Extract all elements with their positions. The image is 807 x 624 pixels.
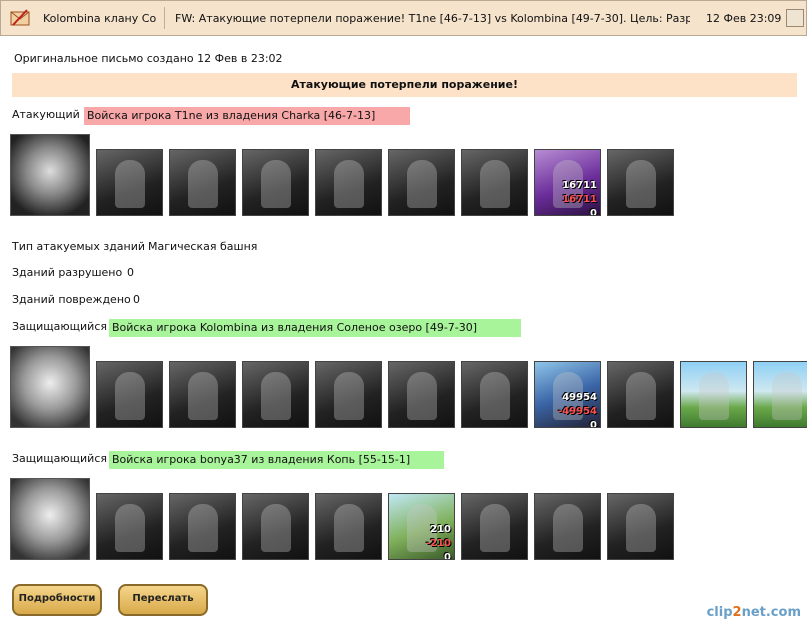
message-date: 12 Фев 23:09 [706, 11, 782, 25]
defender2-unit [169, 493, 236, 560]
defender1-unit [96, 361, 163, 428]
unit-figure [699, 372, 729, 420]
defender1-unit [242, 361, 309, 428]
damaged-label: Зданий повреждено [12, 293, 131, 306]
defender2-unit [534, 493, 601, 560]
defender1-units: 49954 -49954 0 [10, 346, 807, 428]
unit-count: 49954 [562, 392, 597, 403]
unit-figure [115, 160, 145, 208]
unit-figure [188, 372, 218, 420]
unit-count: 16711 [562, 194, 597, 205]
unit-figure [626, 160, 656, 208]
unit-figure [188, 504, 218, 552]
attacker-unit [169, 149, 236, 216]
unit-figure [115, 372, 145, 420]
close-button[interactable] [786, 9, 804, 27]
attacker-units: 16711 16711 0 [10, 134, 680, 216]
original-note: Оригинальное письмо создано 12 Фев в 23:… [14, 52, 283, 65]
details-button[interactable]: Подробности [12, 584, 102, 616]
attacker-unit [461, 149, 528, 216]
unit-count: 0 [590, 420, 597, 428]
defender2-unit-row: 210 -210 0 [96, 493, 680, 560]
defender1-label: Защищающийся [12, 320, 107, 333]
attacker-unit [315, 149, 382, 216]
unit-count: -49954 [558, 406, 597, 417]
attacker-label: Атакующий [12, 108, 80, 121]
attacker-unit-row: 16711 16711 0 [96, 149, 680, 216]
sender-name: Kolombina клану Co [43, 11, 157, 25]
defender1-unit [680, 361, 747, 428]
unit-figure [261, 372, 291, 420]
defender1-unit: 49954 -49954 0 [534, 361, 601, 428]
unit-count: 210 [430, 524, 451, 535]
attacker-unit [96, 149, 163, 216]
unit-figure [407, 160, 437, 208]
defender2-hero-portrait [10, 478, 90, 560]
unit-figure [334, 160, 364, 208]
defender1-unit-row: 49954 -49954 0 [96, 361, 807, 428]
building-type-value: Магическая башня [148, 240, 258, 253]
damaged-value: 0 [133, 293, 140, 306]
watermark: clip2net.com [706, 605, 801, 620]
attacker-unit: 16711 16711 0 [534, 149, 601, 216]
defender1-unit [753, 361, 807, 428]
unit-figure [480, 372, 510, 420]
unit-count: 0 [444, 552, 451, 560]
unit-count: -210 [425, 538, 451, 549]
unit-figure [407, 372, 437, 420]
unit-figure [480, 504, 510, 552]
attacker-army: Войска игрока T1ne из владения Charka [4… [84, 107, 410, 125]
message-titlebar: Kolombina клану Co FW: Атакующие потерпе… [0, 0, 807, 36]
unit-figure [626, 504, 656, 552]
destroyed-value: 0 [127, 266, 134, 279]
defender1-army: Войска игрока Kolombina из владения Соле… [109, 319, 521, 337]
attacker-unit [607, 149, 674, 216]
defender2-label: Защищающийся [12, 452, 107, 465]
unit-figure [626, 372, 656, 420]
defender2-unit [315, 493, 382, 560]
unit-count: 16711 [562, 180, 597, 191]
building-type-label: Тип атакуемых зданий [12, 240, 146, 253]
defender1-unit [315, 361, 382, 428]
defender1-unit [461, 361, 528, 428]
destroyed-label: Зданий разрушено [12, 266, 123, 279]
defender2-unit: 210 -210 0 [388, 493, 455, 560]
result-banner: Атакующие потерпели поражение! [12, 73, 797, 97]
unit-figure [480, 160, 510, 208]
defender2-unit [96, 493, 163, 560]
unit-figure [261, 504, 291, 552]
unit-figure [334, 504, 364, 552]
forward-button[interactable]: Переслать [118, 584, 208, 616]
defender1-unit [169, 361, 236, 428]
unit-figure [115, 504, 145, 552]
unit-figure [553, 504, 583, 552]
defender2-unit [242, 493, 309, 560]
unit-count: 0 [590, 208, 597, 216]
defender2-unit [461, 493, 528, 560]
envelope-icon [7, 5, 33, 31]
unit-figure [261, 160, 291, 208]
unit-figure [772, 372, 802, 420]
defender1-hero-portrait [10, 346, 90, 428]
defender1-unit [607, 361, 674, 428]
message-subject: FW: Атакующие потерпели поражение! T1ne … [175, 11, 690, 25]
defender2-unit [607, 493, 674, 560]
unit-figure [334, 372, 364, 420]
attacker-unit [242, 149, 309, 216]
unit-figure [188, 160, 218, 208]
attacker-unit [388, 149, 455, 216]
defender1-unit [388, 361, 455, 428]
defender2-army: Войска игрока bonya37 из владения Копь [… [109, 451, 444, 469]
defender2-units: 210 -210 0 [10, 478, 680, 560]
attacker-hero-portrait [10, 134, 90, 216]
divider [164, 7, 165, 29]
